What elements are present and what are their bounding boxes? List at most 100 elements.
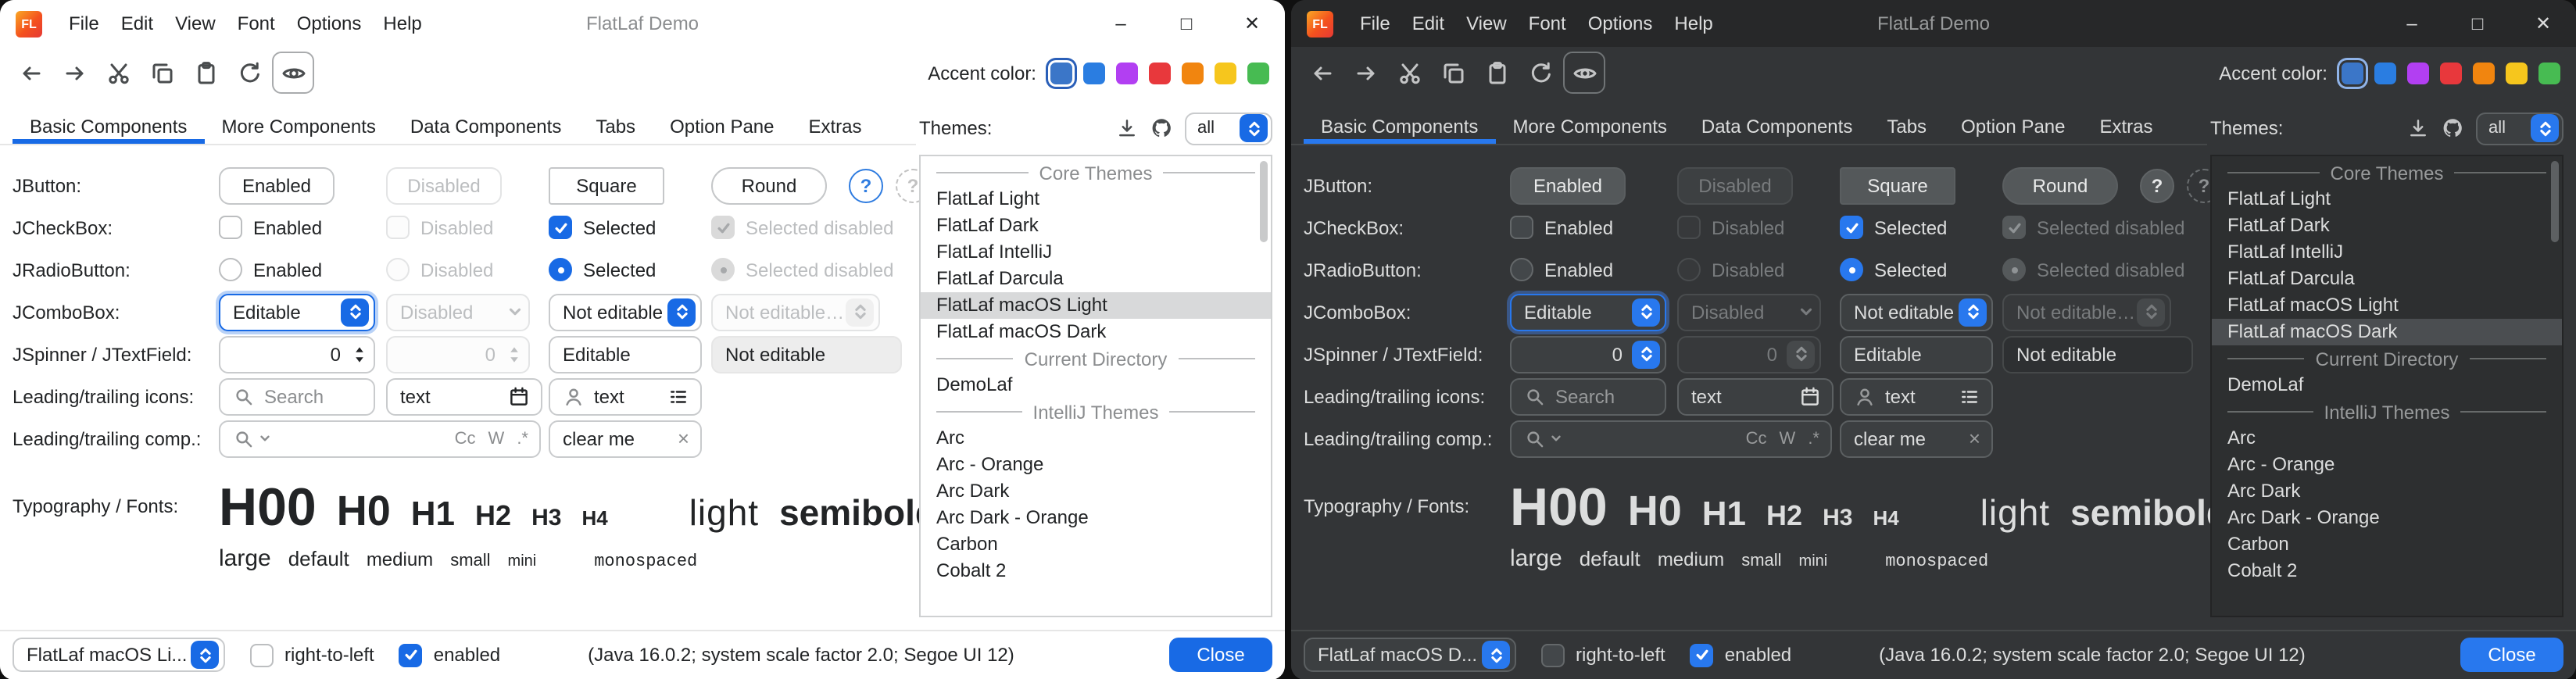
theme-item[interactable]: Carbon bbox=[921, 531, 1271, 558]
theme-filter-combo[interactable]: all bbox=[1185, 112, 1272, 145]
close-dialog-button[interactable]: Close bbox=[2460, 638, 2563, 673]
search-field[interactable]: Search bbox=[219, 377, 375, 415]
enabled-button[interactable]: Enabled bbox=[219, 166, 335, 204]
theme-item[interactable]: Arc - Orange bbox=[921, 452, 1271, 478]
menu-view[interactable]: View bbox=[1455, 0, 1518, 47]
radio-selected[interactable]: Selected bbox=[549, 258, 656, 281]
regex-toggle[interactable]: .* bbox=[1808, 429, 1819, 448]
checkbox-selected[interactable]: Selected bbox=[1840, 216, 1947, 239]
right-to-left-checkbox[interactable]: right-to-left bbox=[1541, 644, 1665, 667]
accent-swatch[interactable] bbox=[1215, 62, 1236, 84]
theme-item[interactable]: FlatLaf macOS Dark bbox=[921, 319, 1271, 345]
menu-options[interactable]: Options bbox=[1577, 0, 1664, 47]
minimize-button[interactable]: – bbox=[2379, 0, 2445, 47]
editable-combobox[interactable]: Editable bbox=[1510, 293, 1666, 331]
menu-font[interactable]: Font bbox=[1518, 0, 1577, 47]
refresh-button[interactable] bbox=[1519, 52, 1562, 94]
menu-file[interactable]: File bbox=[58, 0, 110, 47]
accent-swatch-selected[interactable] bbox=[1050, 62, 1072, 84]
theme-item[interactable]: FlatLaf Dark bbox=[921, 213, 1271, 239]
copy-button[interactable] bbox=[141, 52, 183, 94]
accent-swatch[interactable] bbox=[1182, 62, 1204, 84]
help-button[interactable]: ? bbox=[2140, 168, 2174, 202]
accent-swatch[interactable] bbox=[2473, 62, 2495, 84]
github-icon[interactable] bbox=[2435, 111, 2470, 145]
theme-item[interactable]: Arc - Orange bbox=[2212, 452, 2562, 478]
tab-more-components[interactable]: More Components bbox=[1495, 108, 1683, 144]
editable-textfield[interactable]: Editable bbox=[549, 335, 702, 373]
maximize-button[interactable]: □ bbox=[2445, 0, 2510, 47]
editable-textfield[interactable]: Editable bbox=[1840, 335, 1993, 373]
not-editable-combobox[interactable]: Not editable bbox=[549, 293, 702, 331]
forward-button[interactable] bbox=[53, 52, 95, 94]
show-hidden-toggle[interactable] bbox=[1563, 52, 1605, 94]
whole-word-toggle[interactable]: W bbox=[488, 429, 505, 448]
square-button[interactable]: Square bbox=[1840, 166, 1955, 204]
theme-item[interactable]: Arc bbox=[921, 425, 1271, 452]
theme-item[interactable]: DemoLaf bbox=[2212, 372, 2562, 398]
tab-tabs[interactable]: Tabs bbox=[1869, 108, 1944, 144]
search-with-options-field[interactable]: CcW.* bbox=[219, 420, 541, 457]
clearable-field[interactable]: clear me× bbox=[1840, 420, 1993, 457]
close-window-button[interactable]: ✕ bbox=[2510, 0, 2576, 47]
theme-item[interactable]: Arc bbox=[2212, 425, 2562, 452]
forward-button[interactable] bbox=[1344, 52, 1386, 94]
search-field[interactable]: Search bbox=[1510, 377, 1666, 415]
accent-swatch[interactable] bbox=[1149, 62, 1171, 84]
spinner[interactable]: 0 bbox=[219, 335, 375, 373]
paste-button[interactable] bbox=[184, 52, 227, 94]
tab-option-pane[interactable]: Option Pane bbox=[653, 108, 791, 144]
laf-combo[interactable]: FlatLaf macOS Li... bbox=[13, 638, 225, 673]
themes-list[interactable]: Core ThemesFlatLaf LightFlatLaf DarkFlat… bbox=[2210, 155, 2563, 617]
themes-list[interactable]: Core ThemesFlatLaf LightFlatLaf DarkFlat… bbox=[919, 155, 1272, 617]
checkbox-selected[interactable]: Selected bbox=[549, 216, 656, 239]
date-field[interactable]: text bbox=[386, 377, 542, 415]
theme-item[interactable]: FlatLaf Darcula bbox=[921, 266, 1271, 292]
theme-item[interactable]: Arc Dark - Orange bbox=[921, 505, 1271, 531]
tab-extras[interactable]: Extras bbox=[2083, 108, 2170, 144]
radio-enabled[interactable]: Enabled bbox=[1510, 258, 1613, 281]
enabled-checkbox[interactable]: enabled bbox=[399, 644, 500, 667]
accent-swatch-selected[interactable] bbox=[2342, 62, 2363, 84]
copy-button[interactable] bbox=[1432, 52, 1474, 94]
not-editable-combobox[interactable]: Not editable bbox=[1840, 293, 1993, 331]
tab-basic-components[interactable]: Basic Components bbox=[13, 108, 204, 144]
menu-font[interactable]: Font bbox=[227, 0, 286, 47]
accent-swatch[interactable] bbox=[1083, 62, 1105, 84]
search-with-options-field[interactable]: CcW.* bbox=[1510, 420, 1832, 457]
theme-filter-combo[interactable]: all bbox=[2476, 112, 2563, 145]
clearable-field[interactable]: clear me× bbox=[549, 420, 702, 457]
round-button[interactable]: Round bbox=[711, 166, 827, 204]
user-field[interactable]: text bbox=[549, 377, 702, 415]
theme-item[interactable]: Arc Dark - Orange bbox=[2212, 505, 2562, 531]
radio-selected[interactable]: Selected bbox=[1840, 258, 1947, 281]
github-icon[interactable] bbox=[1144, 111, 1179, 145]
theme-item[interactable]: Cobalt 2 bbox=[921, 558, 1271, 584]
menu-view[interactable]: View bbox=[164, 0, 227, 47]
menu-file[interactable]: File bbox=[1349, 0, 1401, 47]
tab-extras[interactable]: Extras bbox=[792, 108, 879, 144]
tab-basic-components[interactable]: Basic Components bbox=[1304, 108, 1495, 144]
paste-button[interactable] bbox=[1476, 52, 1518, 94]
back-button[interactable] bbox=[9, 52, 52, 94]
match-case-toggle[interactable]: Cc bbox=[455, 429, 476, 448]
tab-data-components[interactable]: Data Components bbox=[393, 108, 578, 144]
theme-item[interactable]: FlatLaf IntelliJ bbox=[921, 239, 1271, 266]
checkbox-enabled[interactable]: Enabled bbox=[219, 216, 322, 239]
tab-option-pane[interactable]: Option Pane bbox=[1944, 108, 2082, 144]
minimize-button[interactable]: – bbox=[1088, 0, 1154, 47]
back-button[interactable] bbox=[1301, 52, 1343, 94]
date-field[interactable]: text bbox=[1677, 377, 1834, 415]
square-button[interactable]: Square bbox=[549, 166, 664, 204]
refresh-button[interactable] bbox=[228, 52, 270, 94]
radio-enabled[interactable]: Enabled bbox=[219, 258, 322, 281]
accent-swatch[interactable] bbox=[2407, 62, 2429, 84]
laf-combo[interactable]: FlatLaf macOS D... bbox=[1304, 638, 1516, 673]
editable-combobox[interactable]: Editable bbox=[219, 293, 375, 331]
scrollbar-thumb[interactable] bbox=[2551, 161, 2559, 242]
cut-button[interactable] bbox=[97, 52, 139, 94]
theme-item[interactable]: Arc Dark bbox=[921, 478, 1271, 505]
accent-swatch[interactable] bbox=[1116, 62, 1138, 84]
maximize-button[interactable]: □ bbox=[1154, 0, 1219, 47]
scrollbar-thumb[interactable] bbox=[1260, 161, 1268, 242]
